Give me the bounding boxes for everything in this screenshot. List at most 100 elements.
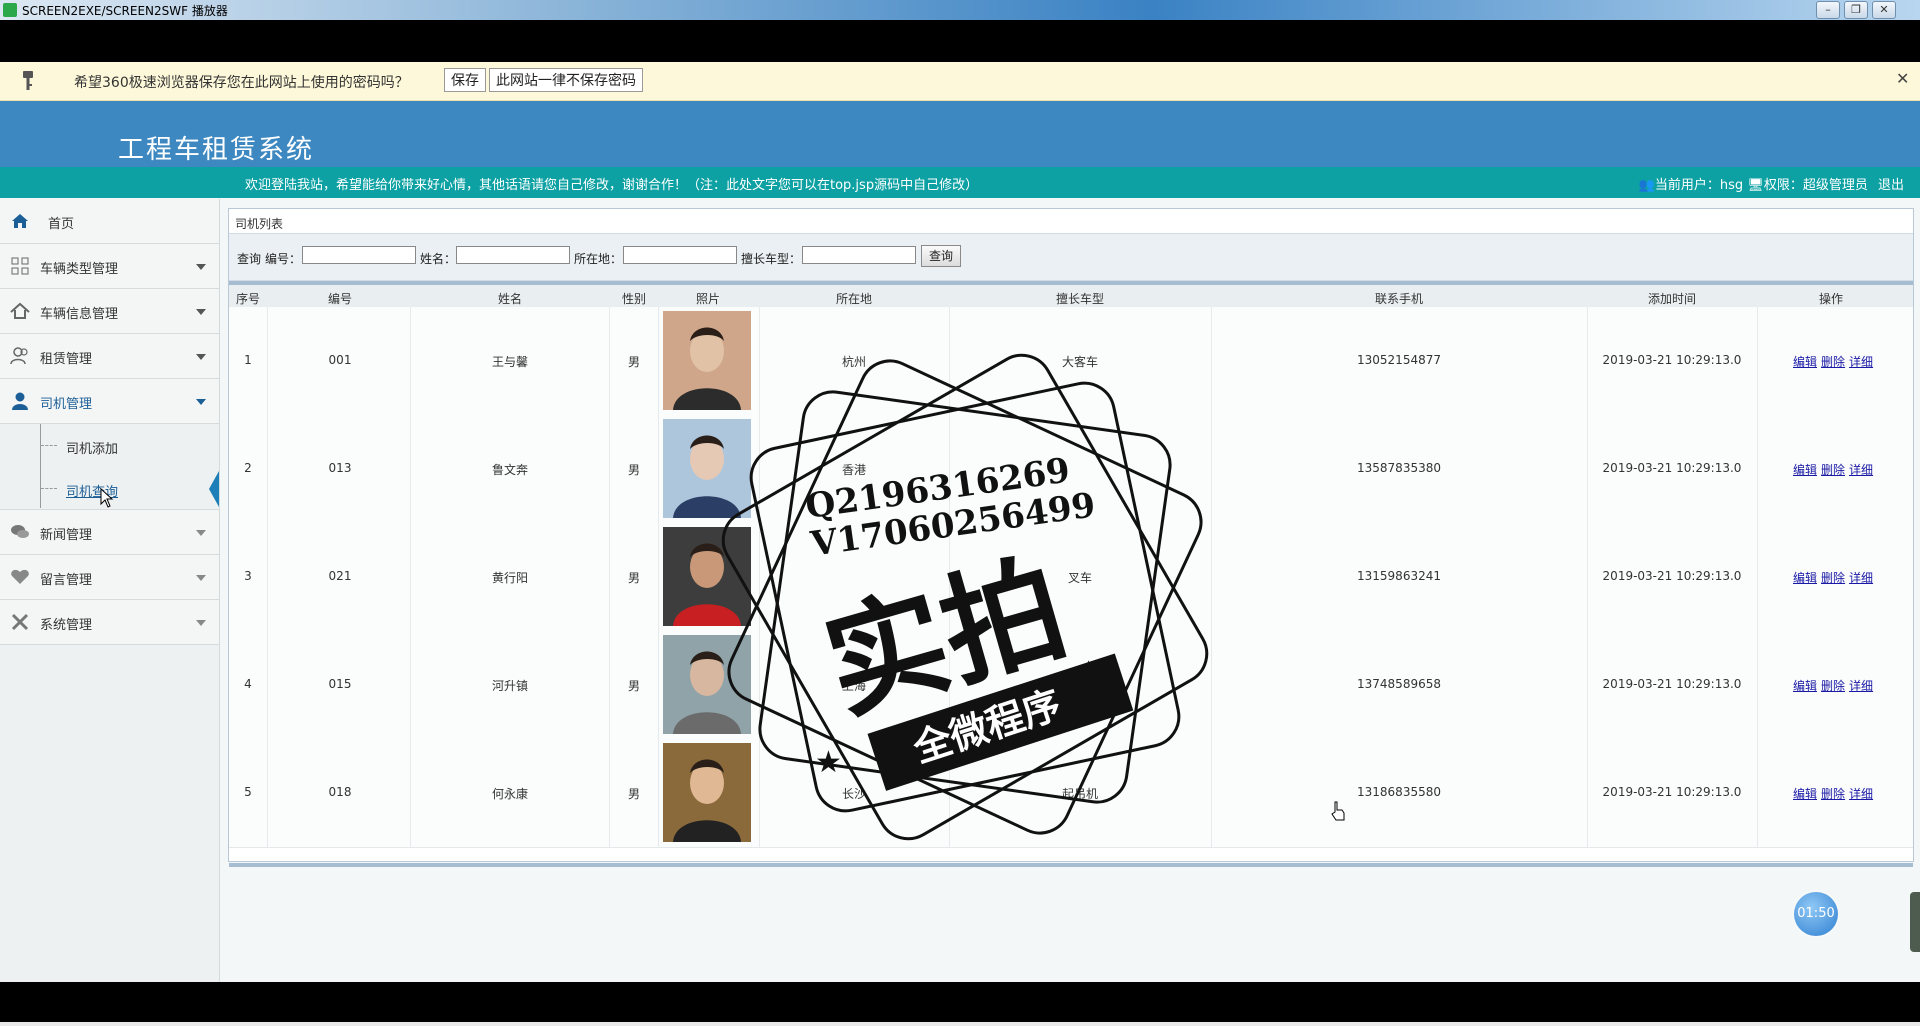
chevron-down-icon [196,530,206,536]
cell-name: 何永康 [491,787,529,801]
chevron-down-icon [196,354,206,360]
cell-divider [658,523,659,631]
sidebar-item-label: 车辆类型管理 [40,262,119,277]
window-titlebar: SCREEN2EXE/SCREEN2SWF 播放器 – ❐ ✕ [0,0,1920,20]
delete-link[interactable]: 删除 [1821,463,1845,477]
cell-divider [658,415,659,523]
chevron-down-icon [196,620,206,626]
sidebar-item-messages[interactable]: 留言管理 [0,555,219,600]
restore-icon[interactable]: ❐ [1844,1,1868,19]
sidebar-subitem-add-driver[interactable]: 司机添加 [0,424,219,466]
side-handle[interactable] [1910,892,1920,952]
code-label: 编号： [265,252,302,266]
edit-link[interactable]: 编辑 [1793,679,1817,693]
cell-divider [267,523,268,631]
sidebar-item-label: 司机管理 [40,397,93,412]
tree-dash [41,488,57,489]
close-icon[interactable]: ✕ [1872,1,1896,19]
delete-link[interactable]: 删除 [1821,787,1845,801]
cell-divider [609,307,610,415]
sidebar-item-vehicle-info[interactable]: 车辆信息管理 [0,289,219,334]
cell-gender: 男 [627,355,641,369]
cell-divider [1211,739,1212,847]
chat-icon [11,525,29,538]
cell-divider [410,631,411,739]
cell-phone: 13186835580 [1357,785,1441,799]
location-label: 所在地： [574,252,623,266]
cell-divider [1587,523,1588,631]
column-header: 序号 [235,292,261,306]
panel-title: 司机列表 [235,217,284,231]
cell-divider [1211,307,1212,415]
cell-divider [267,415,268,523]
edit-link[interactable]: 编辑 [1793,787,1817,801]
cell-index: 3 [244,569,252,583]
row-actions: 编辑 删除 详细 [1793,461,1877,478]
sidebar-item-driver[interactable]: 司机管理 [0,379,219,424]
cell-name: 鲁文奔 [491,463,529,477]
password-save-bar: 希望360极速浏览器保存您在此网站上使用的密码吗？ 保存 此网站一律不保存密码 … [0,62,1920,101]
search-button[interactable]: 查询 [921,245,962,267]
row-actions: 编辑 删除 详细 [1793,785,1877,802]
sidebar-item-vehicle-type[interactable]: 车辆类型管理 [0,244,219,289]
chevron-down-icon [196,309,206,315]
cell-divider [1211,415,1212,523]
sidebar-item-home[interactable]: 首页 [0,199,219,244]
cell-divider [410,739,411,847]
vehicle-input[interactable] [802,246,916,264]
delete-link[interactable]: 删除 [1821,679,1845,693]
sidebar-item-rental[interactable]: 租赁管理 [0,334,219,379]
sidebar-subitem-label: 司机添加 [66,442,119,457]
browser-viewport: 希望360极速浏览器保存您在此网站上使用的密码吗？ 保存 此网站一律不保存密码 … [0,62,1920,982]
timer-badge[interactable]: 01:50 [1794,892,1838,936]
detail-link[interactable]: 详细 [1849,463,1873,477]
detail-link[interactable]: 详细 [1849,355,1873,369]
heart-icon [11,569,29,584]
detail-link[interactable]: 详细 [1849,787,1873,801]
cell-divider [609,631,610,739]
site-header: 工程车租赁系统 [0,101,1920,167]
edit-link[interactable]: 编辑 [1793,355,1817,369]
tools-icon [11,613,29,631]
tree-dash [41,445,57,446]
cell-divider [658,307,659,415]
never-save-password-button[interactable]: 此网站一律不保存密码 [489,68,643,92]
cell-divider [609,739,610,847]
sidebar-item-news[interactable]: 新闻管理 [0,510,219,555]
cell-divider [658,631,659,739]
edit-link[interactable]: 编辑 [1793,571,1817,585]
cell-divider [1587,739,1588,847]
sidebar-item-label: 新闻管理 [40,528,93,543]
delete-link[interactable]: 删除 [1821,571,1845,585]
row-actions: 编辑 删除 详细 [1793,677,1877,694]
delete-link[interactable]: 删除 [1821,355,1845,369]
close-icon[interactable]: ✕ [1896,69,1909,88]
cell-divider [410,307,411,415]
cell-phone: 13587835380 [1357,461,1441,475]
name-input[interactable] [456,246,570,264]
edit-link[interactable]: 编辑 [1793,463,1817,477]
table-header: 序号 编号 姓名 性别 照片 所在地 擅长车型 联系手机 添加时间 操作 [229,285,1913,308]
cell-divider [1757,523,1758,631]
home-icon [12,214,28,228]
cell-divider [1587,307,1588,415]
cell-gender: 男 [627,787,641,801]
location-input[interactable] [623,246,737,264]
cell-divider [1587,631,1588,739]
logout-link[interactable]: 退出 [1878,178,1904,193]
detail-link[interactable]: 详细 [1849,571,1873,585]
cell-added: 2019-03-21 10:29:13.0 [1602,785,1742,799]
permission-text: 权限：超级管理员 [1763,178,1868,193]
sidebar-item-system[interactable]: 系统管理 [0,600,219,645]
save-password-button[interactable]: 保存 [444,68,486,92]
password-prompt-text: 希望360极速浏览器保存您在此网站上使用的密码吗？ [74,75,409,91]
detail-link[interactable]: 详细 [1849,679,1873,693]
cell-code: 015 [328,677,352,691]
name-label: 姓名： [420,252,457,266]
cell-phone: 13052154877 [1357,353,1441,367]
minimize-icon[interactable]: – [1816,1,1840,19]
star-icon: ★ [1075,655,1102,690]
search-bar: 查询 编号： 姓名： 所在地： 擅长车型： 查询 [229,233,1913,281]
code-input[interactable] [302,246,416,264]
column-header: 照片 [695,292,721,306]
